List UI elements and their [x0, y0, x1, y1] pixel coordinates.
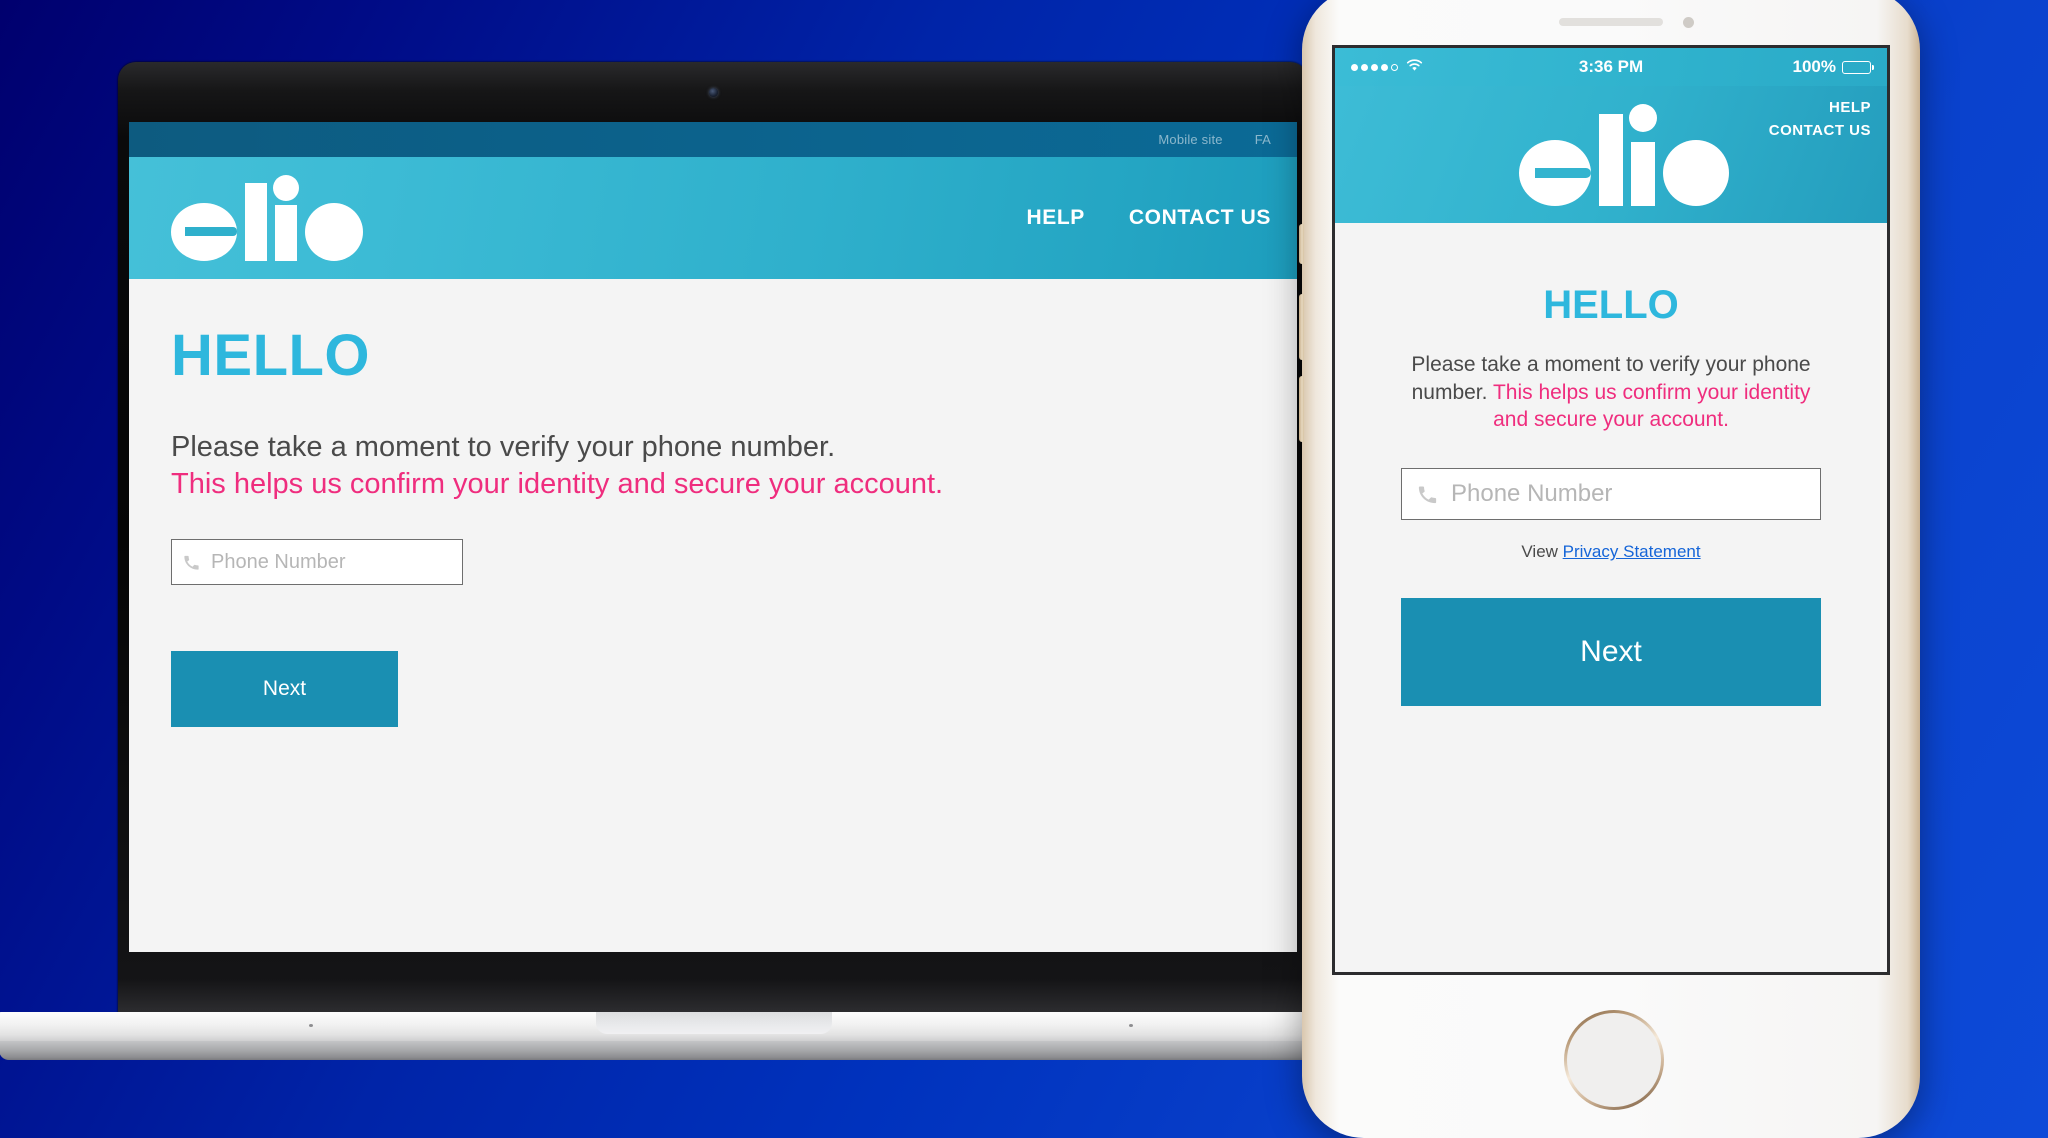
base-foot-left	[309, 1024, 313, 1027]
logo-letter-o	[305, 203, 363, 261]
mobile-nav-link-help[interactable]: HELP	[1769, 96, 1871, 119]
mobile-nav-link-contact-us[interactable]: CONTACT US	[1769, 119, 1871, 142]
signal-strength-icon	[1351, 63, 1398, 71]
mobile-verification-copy: Please take a moment to verify your phon…	[1401, 351, 1821, 434]
phone-volume-down-button[interactable]	[1299, 376, 1304, 442]
logo-letter-i-stem	[275, 205, 297, 261]
nav-link-help[interactable]: HELP	[1026, 206, 1084, 230]
laptop-device: Mobile site FA HELP CONTACT US HELLO Ple…	[0, 62, 1429, 1060]
logo-letter-l	[245, 183, 267, 261]
mobile-logo-letter-i-stem	[1631, 142, 1655, 206]
battery-icon	[1842, 60, 1874, 74]
front-camera-icon	[1683, 17, 1694, 28]
mobile-logo-letter-i-dot	[1629, 104, 1657, 132]
utility-link-faq[interactable]: FA	[1255, 132, 1271, 147]
phone-number-placeholder: Phone Number	[211, 550, 346, 573]
mobile-next-button[interactable]: Next	[1401, 598, 1821, 707]
main-nav: HELP CONTACT US	[1026, 206, 1271, 230]
mobile-logo-letter-e-bar	[1535, 168, 1591, 178]
privacy-statement-row: View Privacy Statement	[1363, 542, 1859, 562]
page-title: HELLO	[171, 323, 371, 388]
mobile-logo-letter-o	[1663, 140, 1729, 206]
phone-earpiece-speaker	[1559, 18, 1663, 26]
webcam-icon	[709, 88, 718, 97]
mobile-page-title: HELLO	[1543, 283, 1679, 327]
mobile-phone-number-placeholder: Phone Number	[1451, 480, 1613, 508]
verification-copy: Please take a moment to verify your phon…	[171, 429, 1151, 503]
laptop-base	[0, 1012, 1429, 1060]
utility-link-mobile-site[interactable]: Mobile site	[1158, 132, 1222, 147]
phone-volume-up-button[interactable]	[1299, 294, 1304, 360]
site-header: HELP CONTACT US	[129, 157, 1297, 279]
desktop-page-body: HELLO Please take a moment to verify you…	[129, 279, 1297, 939]
battery-percent-label: 100%	[1792, 57, 1836, 76]
mobile-logo-letter-l	[1599, 114, 1623, 206]
status-bar-clock: 3:36 PM	[1578, 57, 1644, 76]
phone-device: 3:36 PM 100% HELP CONTACT US HELLO Pleas…	[1299, 0, 1920, 1138]
mobile-copy-highlight: This helps us confirm your identity and …	[1492, 380, 1811, 432]
mobile-nav: HELP CONTACT US	[1769, 96, 1871, 143]
logo-letter-e-bar	[185, 227, 237, 236]
screenshot-stage: Mobile site FA HELP CONTACT US HELLO Ple…	[0, 0, 2048, 1138]
logo-letter-i-dot	[273, 175, 299, 201]
phone-number-input[interactable]: Phone Number	[171, 539, 463, 586]
phone-icon	[1416, 483, 1439, 506]
elio-logo[interactable]	[171, 175, 401, 261]
nav-link-contact-us[interactable]: CONTACT US	[1129, 206, 1271, 230]
status-bar-left	[1351, 57, 1579, 77]
verification-copy-line2: This helps us confirm your identity and …	[171, 468, 944, 501]
privacy-statement-link[interactable]: Privacy Statement	[1563, 542, 1701, 561]
mobile-page-body: HELLO Please take a moment to verify you…	[1335, 283, 1887, 972]
status-bar: 3:36 PM 100%	[1335, 48, 1887, 86]
verification-copy-line1: Please take a moment to verify your phon…	[171, 431, 836, 463]
wifi-icon	[1406, 57, 1423, 77]
home-button[interactable]	[1564, 1010, 1664, 1110]
privacy-prefix-label: View	[1521, 542, 1563, 562]
mobile-phone-number-input[interactable]: Phone Number	[1401, 468, 1821, 521]
next-button[interactable]: Next	[171, 651, 398, 728]
phone-mute-switch[interactable]	[1299, 224, 1304, 264]
laptop-screen: Mobile site FA HELP CONTACT US HELLO Ple…	[129, 122, 1297, 952]
mobile-header: HELP CONTACT US	[1335, 86, 1887, 223]
mobile-elio-logo[interactable]	[1519, 104, 1729, 208]
laptop-base-bottom	[0, 1041, 1429, 1060]
utility-bar: Mobile site FA	[129, 122, 1297, 157]
laptop-base-notch	[596, 1012, 832, 1034]
base-foot-right	[1129, 1024, 1133, 1027]
status-bar-right: 100%	[1643, 57, 1874, 77]
phone-icon	[182, 553, 201, 572]
phone-screen: 3:36 PM 100% HELP CONTACT US HELLO Pleas…	[1332, 45, 1890, 975]
